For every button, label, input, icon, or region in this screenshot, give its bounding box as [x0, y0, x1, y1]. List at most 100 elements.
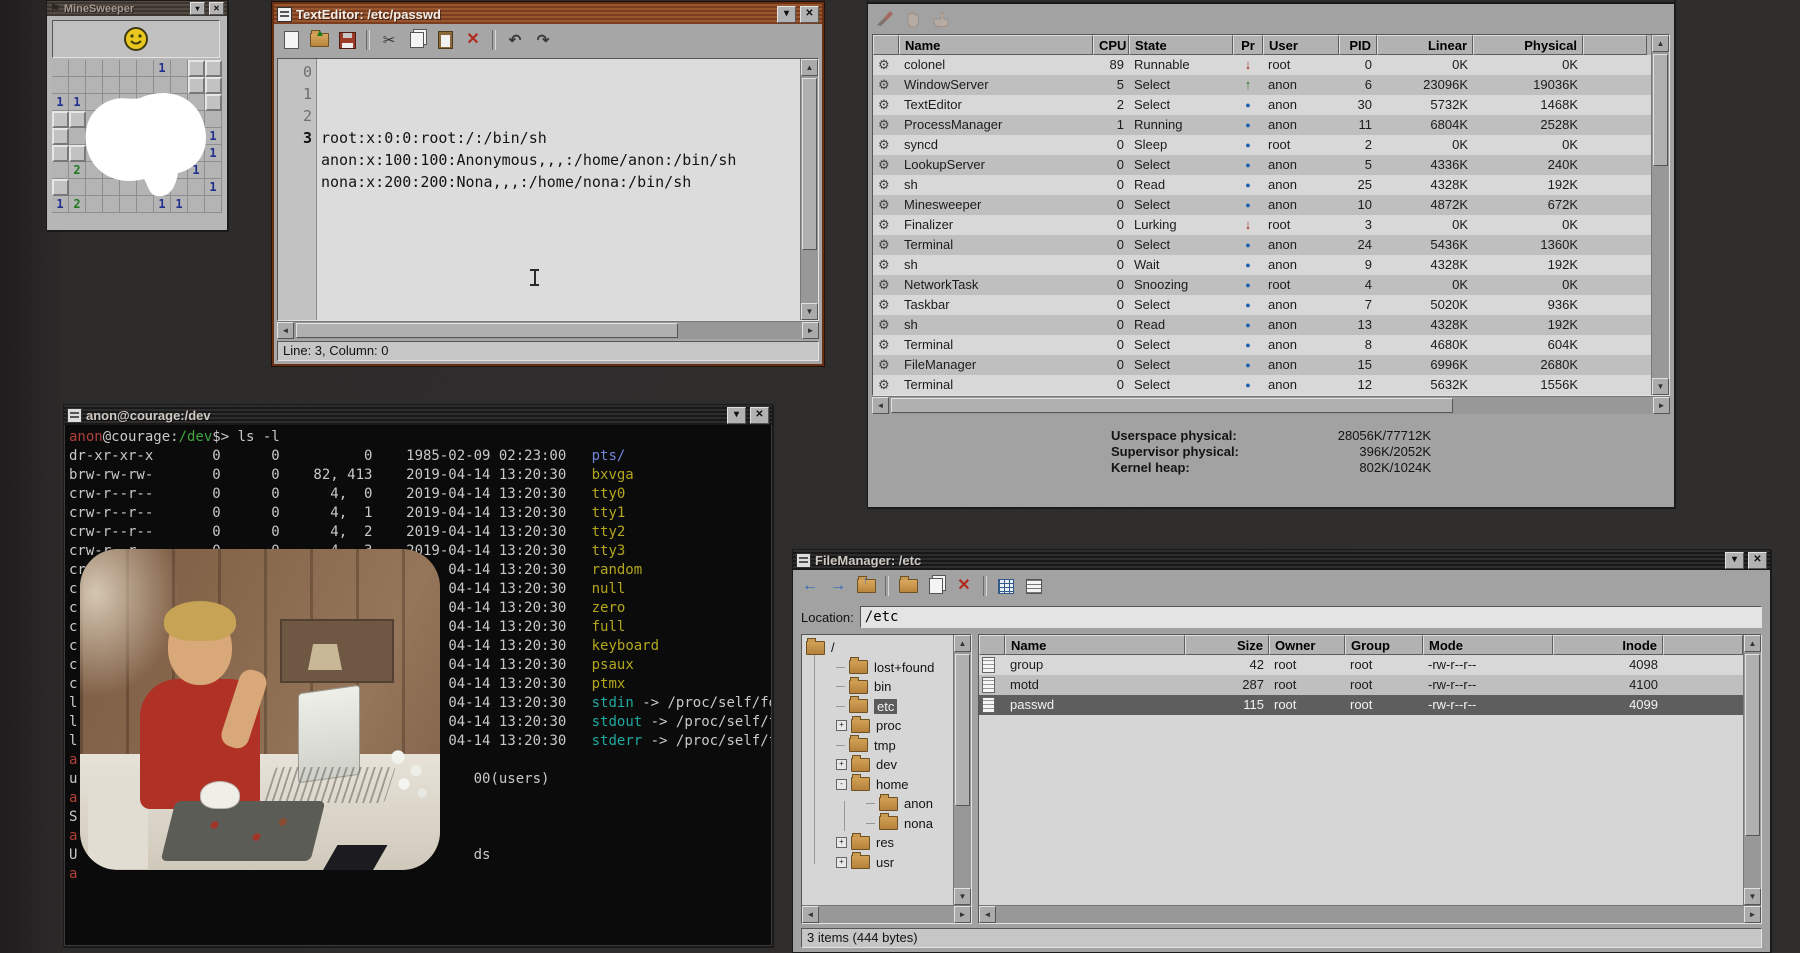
process-row[interactable]: ⚙Taskbar0Select●anon75020K936K	[873, 295, 1651, 315]
process-row[interactable]: ⚙sh0Wait●anon94328K192K	[873, 255, 1651, 275]
process-table-horizontal-scrollbar[interactable]: ◄ ►	[872, 396, 1670, 414]
scrollbar-thumb[interactable]	[802, 78, 817, 250]
process-row[interactable]: ⚙LookupServer0Select●anon54336K240K	[873, 155, 1651, 175]
minesweeper-titlebar[interactable]: ⚑ MineSweeper ▾ ✕	[47, 1, 227, 16]
file-row-passwd[interactable]: passwd115rootroot-rw-r--r--4099	[979, 695, 1743, 715]
column-header[interactable]: State	[1129, 35, 1233, 55]
column-header[interactable]: Group	[1345, 635, 1423, 655]
mine-cell[interactable]	[120, 60, 137, 77]
column-header[interactable]	[873, 35, 899, 55]
scrollbar-thumb[interactable]	[1745, 654, 1760, 836]
process-row[interactable]: ⚙FileManager0Select●anon156996K2680K	[873, 355, 1651, 375]
new-folder-button[interactable]	[896, 575, 920, 597]
column-header[interactable]	[1583, 35, 1647, 55]
process-row[interactable]: ⚙ProcessManager1Running●anon116804K2528K	[873, 115, 1651, 135]
tree-item-anon[interactable]: anon	[806, 794, 953, 814]
smiley-button[interactable]	[123, 26, 149, 52]
forward-button[interactable]: →	[826, 575, 850, 597]
scrollbar-thumb[interactable]	[1653, 54, 1668, 166]
scroll-down-button[interactable]: ▼	[954, 888, 971, 905]
up-directory-button[interactable]: ↑	[854, 575, 878, 597]
tree-horizontal-scrollbar[interactable]: ◄ ►	[802, 905, 971, 923]
file-list-horizontal-scrollbar[interactable]: ◄ ►	[979, 905, 1761, 923]
kill-process-button[interactable]	[873, 8, 897, 30]
scroll-left-button[interactable]: ◄	[277, 322, 294, 339]
editor-horizontal-scrollbar[interactable]: ◄ ►	[277, 321, 819, 339]
process-row[interactable]: ⚙TextEditor2Select●anon305732K1468K	[873, 95, 1651, 115]
process-row[interactable]: ⚙syncd0Sleep●root20K0K	[873, 135, 1651, 155]
tree-item-proc[interactable]: +proc	[806, 716, 953, 736]
column-header[interactable]: Size	[1185, 635, 1269, 655]
column-header[interactable]: Linear	[1377, 35, 1473, 55]
minimize-button[interactable]: ▾	[1725, 552, 1744, 569]
mine-cell[interactable]	[103, 60, 120, 77]
scroll-up-button[interactable]: ▲	[1652, 35, 1669, 52]
mine-cell[interactable]	[69, 60, 86, 77]
copy-button[interactable]	[924, 575, 948, 597]
delete-button[interactable]: ✕	[461, 29, 485, 51]
delete-button[interactable]: ✕	[952, 575, 976, 597]
mine-cell[interactable]: 1	[52, 196, 69, 213]
mine-cell[interactable]: 1	[154, 60, 171, 77]
paste-button[interactable]	[433, 29, 457, 51]
terminal-titlebar[interactable]: anon@courage:/dev ▾ ✕	[64, 405, 772, 425]
expand-icon[interactable]: +	[836, 857, 847, 868]
process-row[interactable]: ⚙Finalizer0Lurking↓root30K0K	[873, 215, 1651, 235]
scrollbar-thumb[interactable]	[955, 654, 970, 806]
tree-item-res[interactable]: +res	[806, 833, 953, 853]
mine-cell[interactable]	[52, 77, 69, 94]
redo-button[interactable]: ↷	[531, 29, 555, 51]
mine-cell[interactable]	[52, 162, 69, 179]
scrollbar-thumb[interactable]	[891, 398, 1453, 413]
location-input[interactable]	[860, 606, 1762, 628]
tree-item-tmp[interactable]: tmp	[806, 736, 953, 756]
column-header[interactable]: Owner	[1269, 635, 1345, 655]
mine-cell[interactable]	[52, 111, 69, 128]
close-button[interactable]: ✕	[1748, 552, 1767, 569]
list-view-button[interactable]	[1022, 575, 1046, 597]
scroll-right-button[interactable]: ►	[1653, 397, 1670, 414]
mine-cell[interactable]	[52, 128, 69, 145]
scroll-right-button[interactable]: ►	[1744, 906, 1761, 923]
open-file-button[interactable]: ▲	[307, 29, 331, 51]
tree-item-[interactable]: /	[806, 638, 953, 658]
close-button[interactable]: ✕	[209, 2, 224, 15]
process-row[interactable]: ⚙WindowServer5Select↑anon623096K19036K	[873, 75, 1651, 95]
close-button[interactable]: ✕	[750, 407, 769, 424]
process-row[interactable]: ⚙colonel89Runnable↓root00K0K	[873, 55, 1651, 75]
save-button[interactable]	[335, 29, 359, 51]
column-header[interactable]	[979, 635, 1005, 655]
process-table-vertical-scrollbar[interactable]: ▲ ▼	[1651, 35, 1669, 395]
scroll-up-button[interactable]: ▲	[1744, 635, 1761, 652]
mine-cell[interactable]: 1	[52, 94, 69, 111]
column-header[interactable]: Pr	[1233, 35, 1263, 55]
minimize-button[interactable]: ▾	[777, 6, 796, 23]
process-row[interactable]: ⚙Minesweeper0Select●anon104872K672K	[873, 195, 1651, 215]
mine-cell[interactable]	[205, 60, 222, 77]
filemanager-titlebar[interactable]: FileManager: /etc ▾ ✕	[793, 550, 1770, 570]
process-row[interactable]: ⚙Terminal0Select●anon125632K1556K	[873, 375, 1651, 395]
scroll-down-button[interactable]: ▼	[801, 303, 818, 320]
column-header[interactable]	[1663, 635, 1743, 655]
scroll-left-button[interactable]: ◄	[872, 397, 889, 414]
column-header[interactable]: PID	[1339, 35, 1377, 55]
copy-button[interactable]	[405, 29, 429, 51]
scroll-up-button[interactable]: ▲	[954, 635, 971, 652]
file-list-vertical-scrollbar[interactable]: ▲ ▼	[1743, 635, 1761, 905]
process-row[interactable]: ⚙sh0Read●anon254328K192K	[873, 175, 1651, 195]
minimize-button[interactable]: ▾	[727, 407, 746, 424]
scroll-up-button[interactable]: ▲	[801, 59, 818, 76]
column-header[interactable]: Name	[1005, 635, 1185, 655]
editor-text-area[interactable]: root:x:0:0:root:/:/bin/shanon:x:100:100:…	[317, 59, 800, 320]
tree-item-bin[interactable]: bin	[806, 677, 953, 697]
tree-item-nona[interactable]: nona	[806, 814, 953, 834]
column-header[interactable]: User	[1263, 35, 1339, 55]
file-row-motd[interactable]: motd287rootroot-rw-r--r--4100	[979, 675, 1743, 695]
back-button[interactable]: ←	[798, 575, 822, 597]
tree-item-etc[interactable]: etc	[806, 697, 953, 717]
column-header[interactable]: CPU	[1093, 35, 1129, 55]
scroll-left-button[interactable]: ◄	[802, 906, 819, 923]
tree-item-lostfound[interactable]: lost+found	[806, 658, 953, 678]
column-header[interactable]: Mode	[1423, 635, 1553, 655]
editor-vertical-scrollbar[interactable]: ▲ ▼	[800, 59, 818, 320]
